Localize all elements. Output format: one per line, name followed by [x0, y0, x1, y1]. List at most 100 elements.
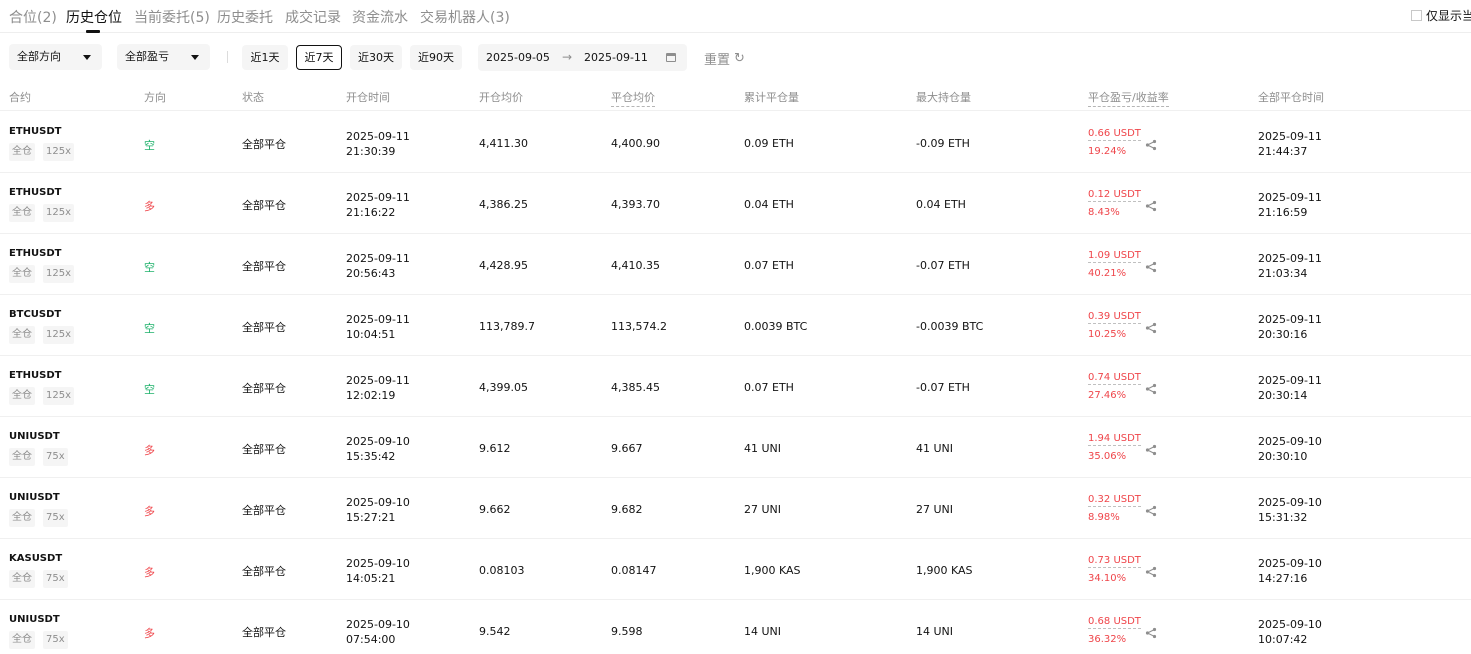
return-rate: 8.43%: [1088, 207, 1120, 218]
table-row[interactable]: KASUSDT 全仓 75x 多 全部平仓 2025-09-10 14:05:21 0.081…: [0, 539, 1471, 600]
margin-mode-tag: 全仓: [9, 204, 35, 222]
table-row[interactable]: BTCUSDT 全仓 125x 空 全部平仓 2025-09-11 10:04:51 113,…: [0, 295, 1471, 356]
tab-position-history[interactable]: 历史仓位: [66, 7, 122, 27]
tab-order-history[interactable]: 历史委托: [217, 7, 273, 27]
contract-symbol[interactable]: UNIUSDT: [9, 614, 60, 625]
table-row[interactable]: ETHUSDT 全仓 125x 空 全部平仓 2025-09-11 12:02:19 4,39…: [0, 356, 1471, 417]
leverage-tag: 75x: [43, 570, 68, 588]
tab-trading-bots[interactable]: 交易机器人(3): [420, 7, 510, 27]
close-time: 2025-09-11 20:30:14: [1258, 373, 1322, 403]
close-clock: 14:27:16: [1258, 572, 1308, 585]
max-position-quantity: 0.04 ETH: [916, 198, 966, 211]
direction-filter-value: 全部方向: [17, 50, 61, 63]
open-price: 4,399.05: [479, 381, 528, 394]
reset-button[interactable]: 重置 ↻: [704, 49, 745, 68]
realized-pnl: 0.39 USDT: [1088, 311, 1141, 324]
share-icon[interactable]: [1145, 563, 1157, 578]
date-range-picker[interactable]: 2025-09-05 → 2025-09-11: [478, 44, 687, 71]
table-row[interactable]: ETHUSDT 全仓 125x 空 全部平仓 2025-09-11 20:56:43 4,42…: [0, 234, 1471, 295]
open-clock: 12:02:19: [346, 389, 396, 402]
share-icon[interactable]: [1145, 319, 1157, 334]
refresh-icon: ↻: [734, 51, 745, 66]
close-price: 0.08147: [611, 564, 657, 577]
share-icon[interactable]: [1145, 624, 1157, 639]
contract-symbol[interactable]: UNIUSDT: [9, 431, 60, 442]
open-time: 2025-09-11 21:16:22: [346, 190, 410, 220]
contract-symbol[interactable]: ETHUSDT: [9, 248, 61, 259]
open-price: 9.542: [479, 625, 511, 638]
closed-quantity: 0.09 ETH: [744, 137, 794, 150]
contract-symbol[interactable]: KASUSDT: [9, 553, 62, 564]
close-price: 9.667: [611, 442, 643, 455]
open-price: 113,789.7: [479, 320, 535, 333]
range-90d-button[interactable]: 近90天: [410, 45, 462, 70]
open-date: 2025-09-11: [346, 313, 410, 326]
realized-pnl: 0.12 USDT: [1088, 189, 1141, 202]
close-date: 2025-09-10: [1258, 496, 1322, 509]
table-row[interactable]: ETHUSDT 全仓 125x 多 全部平仓 2025-09-11 21:16:22 4,38…: [0, 173, 1471, 234]
open-time: 2025-09-11 10:04:51: [346, 312, 410, 342]
share-icon[interactable]: [1145, 502, 1157, 517]
contract-symbol[interactable]: UNIUSDT: [9, 492, 60, 503]
realized-pnl: 0.73 USDT: [1088, 555, 1141, 568]
close-clock: 20:30:10: [1258, 450, 1308, 463]
direction-value: 多: [144, 200, 155, 213]
open-time: 2025-09-11 20:56:43: [346, 251, 410, 281]
table-row[interactable]: UNIUSDT 全仓 75x 多 全部平仓 2025-09-10 15:35:42 9.612…: [0, 417, 1471, 478]
open-price: 9.662: [479, 503, 511, 516]
open-clock: 21:30:39: [346, 145, 396, 158]
close-time: 2025-09-11 21:44:37: [1258, 129, 1322, 159]
only-show-current-toggle[interactable]: 仅显示当: [1411, 7, 1471, 24]
leverage-tag: 125x: [43, 265, 75, 283]
contract-symbol[interactable]: ETHUSDT: [9, 187, 61, 198]
open-clock: 14:05:21: [346, 572, 396, 585]
only-show-checkbox[interactable]: [1411, 10, 1422, 21]
contract-symbol[interactable]: ETHUSDT: [9, 370, 61, 381]
column-header-close-price: 平仓均价: [611, 89, 655, 107]
contract-symbol[interactable]: BTCUSDT: [9, 309, 61, 320]
status-value: 全部平仓: [242, 504, 286, 517]
open-date: 2025-09-11: [346, 130, 410, 143]
close-clock: 20:30:16: [1258, 328, 1308, 341]
table-row[interactable]: UNIUSDT 全仓 75x 多 全部平仓 2025-09-10 15:27:21 9.662…: [0, 478, 1471, 539]
tab-open-orders[interactable]: 当前委托(5): [134, 7, 210, 27]
realized-pnl: 0.66 USDT: [1088, 128, 1141, 141]
direction-filter-dropdown[interactable]: 全部方向: [9, 44, 102, 70]
open-date: 2025-09-11: [346, 374, 410, 387]
range-1d-button[interactable]: 近1天: [242, 45, 288, 70]
share-icon[interactable]: [1145, 136, 1157, 151]
direction-value: 多: [144, 627, 155, 640]
share-icon[interactable]: [1145, 197, 1157, 212]
open-time: 2025-09-10 07:54:00: [346, 617, 410, 647]
table-row[interactable]: ETHUSDT 全仓 125x 空 全部平仓 2025-09-11 21:30:39 4,41…: [0, 112, 1471, 173]
close-clock: 15:31:32: [1258, 511, 1308, 524]
return-rate: 34.10%: [1088, 573, 1127, 584]
close-time: 2025-09-11 21:03:34: [1258, 251, 1322, 281]
table-row[interactable]: UNIUSDT 全仓 75x 多 全部平仓 2025-09-10 07:54:00 9.542…: [0, 600, 1471, 654]
leverage-tag: 125x: [43, 143, 75, 161]
margin-mode-tag: 全仓: [9, 509, 35, 527]
direction-value: 多: [144, 505, 155, 518]
close-date: 2025-09-11: [1258, 313, 1322, 326]
contract-symbol[interactable]: ETHUSDT: [9, 126, 61, 137]
tab-trade-history[interactable]: 成交记录: [285, 7, 341, 27]
range-30d-button[interactable]: 近30天: [350, 45, 402, 70]
tab-positions[interactable]: 合位(2): [9, 7, 57, 27]
close-price: 9.682: [611, 503, 643, 516]
range-7d-button[interactable]: 近7天: [296, 45, 342, 70]
close-date: 2025-09-10: [1258, 618, 1322, 631]
realized-pnl: 1.09 USDT: [1088, 250, 1141, 263]
open-time: 2025-09-10 15:27:21: [346, 495, 410, 525]
share-icon[interactable]: [1145, 380, 1157, 395]
return-rate: 8.98%: [1088, 512, 1120, 523]
closed-quantity: 0.07 ETH: [744, 259, 794, 272]
share-icon[interactable]: [1145, 441, 1157, 456]
realized-pnl: 0.32 USDT: [1088, 494, 1141, 507]
close-price: 113,574.2: [611, 320, 667, 333]
pnl-filter-dropdown[interactable]: 全部盈亏: [117, 44, 210, 70]
calendar-icon: [666, 53, 676, 62]
share-icon[interactable]: [1145, 258, 1157, 273]
margin-mode-tag: 全仓: [9, 265, 35, 283]
open-clock: 20:56:43: [346, 267, 396, 280]
tab-funding-flow[interactable]: 资金流水: [352, 7, 408, 27]
